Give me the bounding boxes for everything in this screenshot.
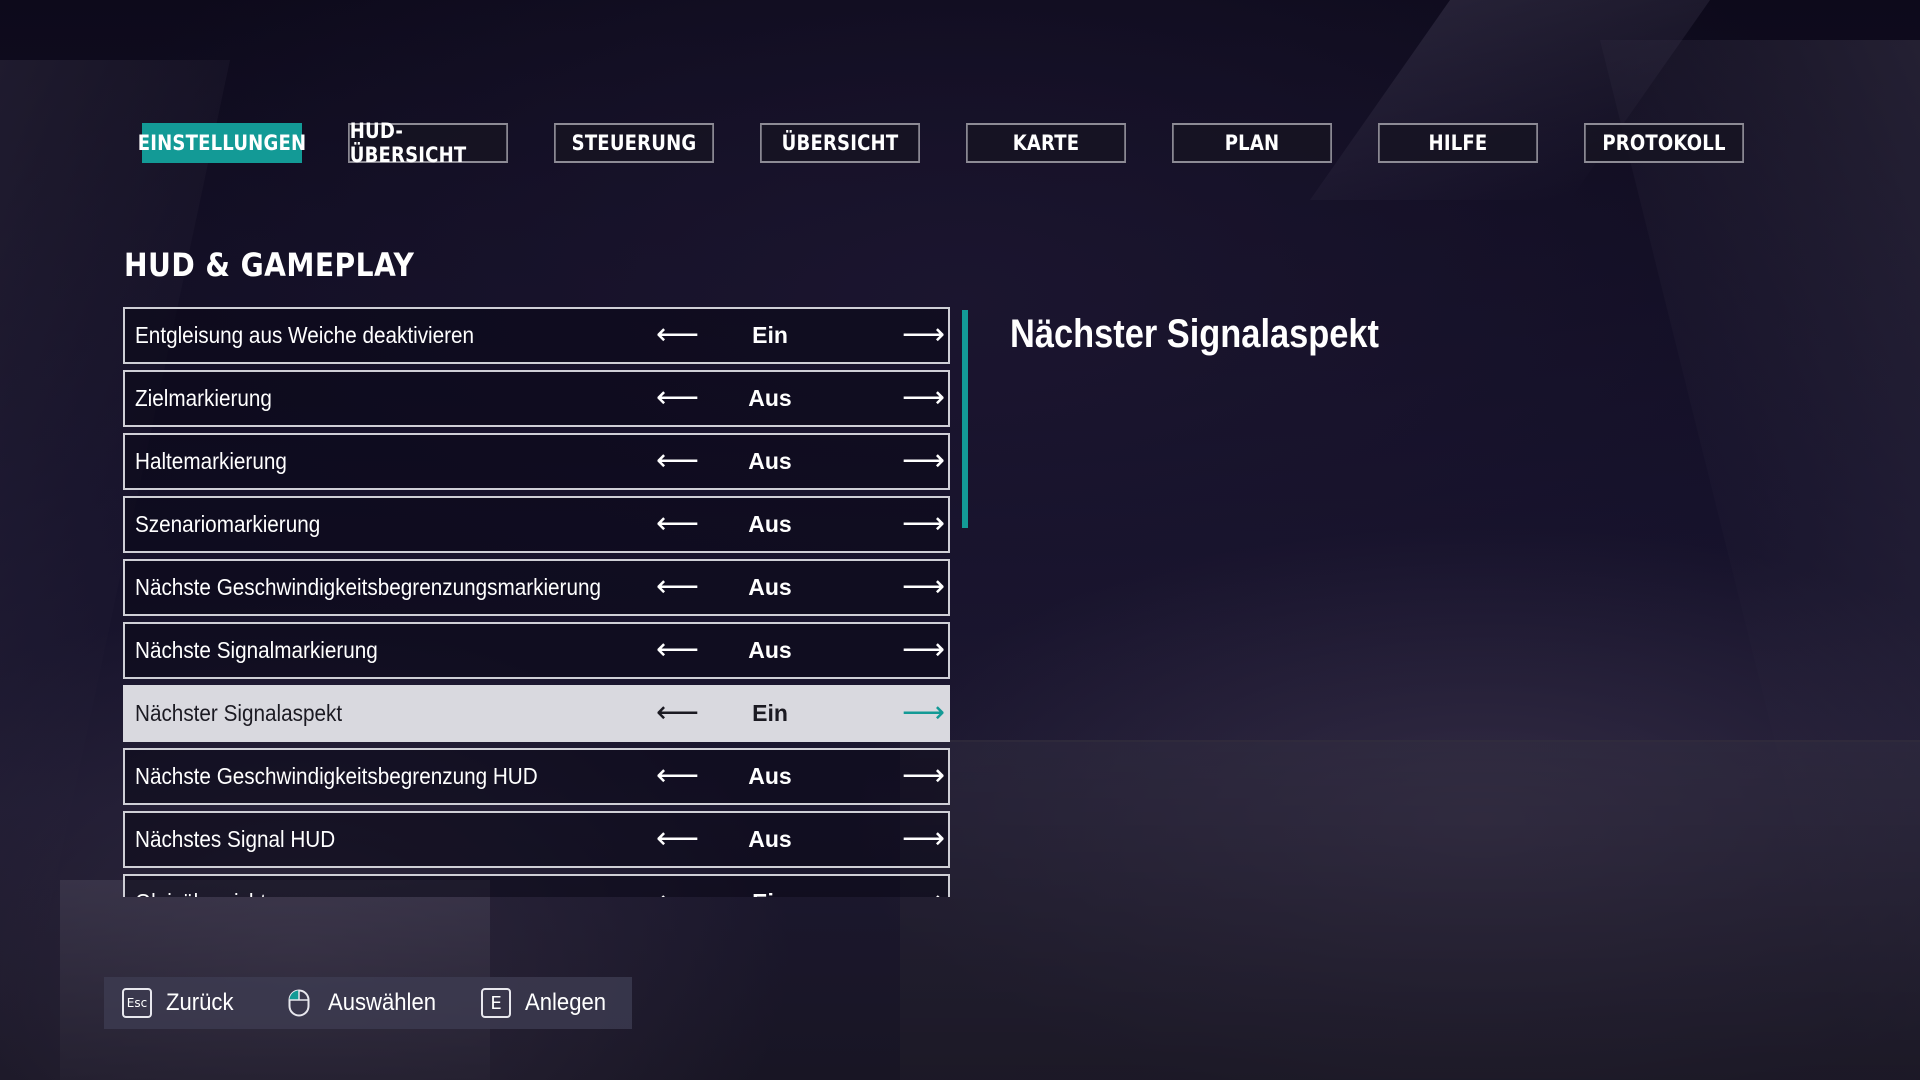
option-label: Nächste Geschwindigkeitsbegrenzung HUD (135, 763, 538, 789)
arrow-left-icon[interactable]: ⟵ (656, 624, 699, 675)
arrow-left-icon[interactable]: ⟵ (656, 561, 699, 612)
select-hint[interactable]: Auswählen (284, 977, 445, 1029)
option-row-geschwindigkeitsbegrenzung-hud[interactable]: Nächste Geschwindigkeitsbegrenzung HUD ⟵… (123, 748, 950, 805)
cab-pillar-right (1600, 40, 1920, 1040)
settings-screen: EINSTELLUNGEN HUD-ÜBERSICHT STEUERUNG ÜB… (0, 0, 1920, 1080)
option-value: Ein (752, 700, 788, 726)
back-hint[interactable]: Esc Zurück (122, 977, 239, 1029)
option-row-haltemarkierung[interactable]: Haltemarkierung ⟵ Aus ⟶ (123, 433, 950, 490)
option-label: Nächster Signalaspekt (135, 700, 343, 726)
arrow-right-icon[interactable]: ⟶ (902, 561, 945, 612)
options-list: Entgleisung aus Weiche deaktivieren ⟵ Ei… (123, 307, 950, 897)
back-label: Zurück (166, 989, 234, 1016)
option-row-signalaspekt[interactable]: Nächster Signalaspekt ⟵ Ein ⟶ (123, 685, 950, 742)
list-scrollbar[interactable] (962, 310, 968, 528)
arrow-right-icon[interactable]: ⟶ (902, 435, 945, 486)
cab-dashboard (900, 740, 1920, 1080)
option-value: Aus (748, 511, 792, 537)
arrow-left-icon[interactable]: ⟵ (656, 750, 699, 801)
option-label: Nächste Geschwindigkeitsbegrenzungsmarki… (135, 574, 602, 600)
select-label: Auswählen (328, 989, 437, 1016)
arrow-left-icon[interactable]: ⟵ (656, 435, 699, 486)
option-label: Entgleisung aus Weiche deaktivieren (135, 322, 475, 348)
arrow-right-icon[interactable]: ⟶ (902, 624, 945, 675)
tab-steuerung[interactable]: STEUERUNG (554, 123, 714, 163)
option-row-geschwindigkeitsbegrenzungsmarkierung[interactable]: Nächste Geschwindigkeitsbegrenzungsmarki… (123, 559, 950, 616)
arrow-left-icon[interactable]: ⟵ (656, 876, 699, 897)
arrow-right-icon[interactable]: ⟶ (902, 372, 945, 423)
option-row-szenariomarkierung[interactable]: Szenariomarkierung ⟵ Aus ⟶ (123, 496, 950, 553)
option-label: Nächste Signalmarkierung (135, 637, 378, 663)
option-row-signal-hud[interactable]: Nächstes Signal HUD ⟵ Aus ⟶ (123, 811, 950, 868)
option-value: Ein (752, 322, 788, 348)
arrow-right-icon[interactable]: ⟶ (902, 309, 945, 360)
option-value: Aus (748, 637, 792, 663)
option-value: Aus (748, 826, 792, 852)
section-title: HUD & GAMEPLAY (124, 246, 415, 284)
arrow-right-icon[interactable]: ⟶ (902, 498, 945, 549)
option-value: Aus (748, 448, 792, 474)
tab-protokoll[interactable]: PROTOKOLL (1584, 123, 1744, 163)
esc-key-icon: Esc (122, 988, 152, 1018)
option-row-gleisuebersicht[interactable]: Gleisübersicht ⟵ Ein ⟶ (123, 874, 950, 897)
apply-hint[interactable]: E Anlegen (481, 977, 613, 1029)
description-title: Nächster Signalaspekt (1010, 312, 1379, 356)
tab-uebersicht[interactable]: ÜBERSICHT (760, 123, 920, 163)
option-label: Zielmarkierung (135, 385, 272, 411)
option-label: Nächstes Signal HUD (135, 826, 336, 852)
tab-einstellungen[interactable]: EINSTELLUNGEN (138, 123, 306, 163)
apply-label: Anlegen (525, 989, 607, 1016)
option-label: Haltemarkierung (135, 448, 287, 474)
tab-plan[interactable]: PLAN (1172, 123, 1332, 163)
option-row-zielmarkierung[interactable]: Zielmarkierung ⟵ Aus ⟶ (123, 370, 950, 427)
arrow-left-icon[interactable]: ⟵ (656, 498, 699, 549)
arrow-left-icon[interactable]: ⟵ (656, 309, 699, 360)
arrow-right-icon[interactable]: ⟶ (902, 750, 945, 801)
arrow-right-icon[interactable]: ⟶ (902, 687, 945, 738)
option-label: Szenariomarkierung (135, 511, 321, 537)
tab-hilfe[interactable]: HILFE (1378, 123, 1538, 163)
e-key-icon: E (481, 988, 511, 1018)
arrow-left-icon[interactable]: ⟵ (656, 687, 699, 738)
option-label: Gleisübersicht (135, 876, 266, 897)
option-value: Aus (748, 574, 792, 600)
mouse-left-click-icon (284, 988, 314, 1018)
option-value: Ein (740, 876, 800, 897)
tab-karte[interactable]: KARTE (966, 123, 1126, 163)
option-value: Aus (748, 763, 792, 789)
arrow-right-icon[interactable]: ⟶ (902, 876, 945, 897)
tab-hud-uebersicht[interactable]: HUD-ÜBERSICHT (348, 119, 508, 167)
arrow-left-icon[interactable]: ⟵ (656, 372, 699, 423)
cab-beam (1309, 0, 1711, 200)
arrow-right-icon[interactable]: ⟶ (902, 813, 945, 864)
option-row-entgleisung[interactable]: Entgleisung aus Weiche deaktivieren ⟵ Ei… (123, 307, 950, 364)
option-row-signalmarkierung[interactable]: Nächste Signalmarkierung ⟵ Aus ⟶ (123, 622, 950, 679)
top-tab-bar: EINSTELLUNGEN HUD-ÜBERSICHT STEUERUNG ÜB… (129, 119, 1757, 167)
footer-hint-bar: Esc Zurück Auswählen E Anlegen (104, 977, 632, 1029)
option-value: Aus (748, 385, 792, 411)
arrow-left-icon[interactable]: ⟵ (656, 813, 699, 864)
